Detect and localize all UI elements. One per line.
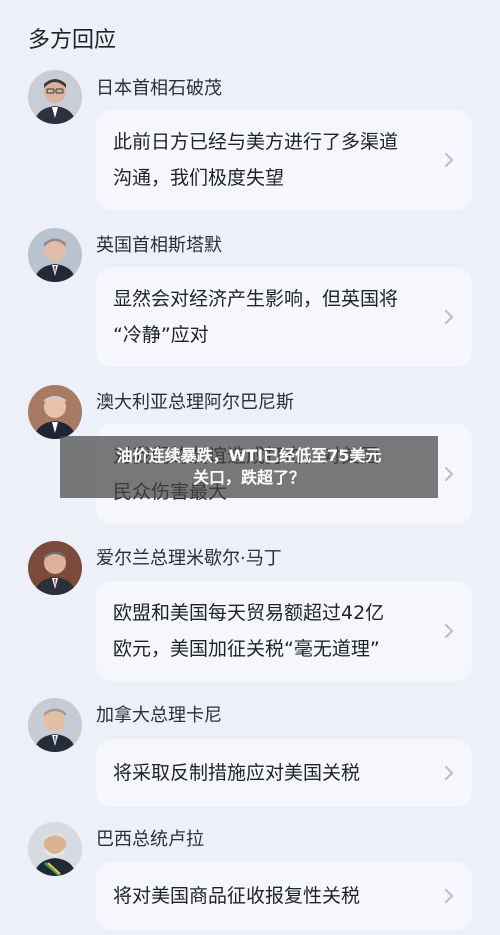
leader-response-card[interactable]: 将采取反制措施应对美国关税: [96, 739, 472, 807]
avatar-ireland-pm: [28, 541, 82, 595]
avatar-brazil-president: [28, 822, 82, 876]
leader-response-card[interactable]: 欧盟和美国每天贸易额超过42亿 欧元，美国加征关税“毫无道理”: [96, 581, 472, 681]
leader-name: 加拿大总理卡尼: [96, 705, 222, 726]
section-title: 多方回应: [28, 28, 117, 53]
avatar-canada-pm: [28, 698, 82, 752]
leader-response-text: 将采取反制措施应对美国关税: [113, 762, 361, 784]
leader-name: 巴西总统卢拉: [96, 829, 204, 850]
leader-name: 爱尔兰总理米歇尔·马丁: [96, 548, 282, 569]
person-portrait-icon: [28, 822, 82, 876]
leader-response-card[interactable]: 将对美国商品征收报复性关税: [96, 862, 472, 930]
headline-overlay[interactable]: 油价连续暴跌，WTI已经低至75美元 关口，跌超了？: [60, 436, 438, 498]
avatar-uk-pm: [28, 228, 82, 282]
chevron-right-icon: [443, 763, 455, 783]
person-portrait-icon: [28, 228, 82, 282]
chevron-right-icon: [443, 886, 455, 906]
leader-response-text: 此前日方已经与美方进行了多渠道 沟通，我们极度失望: [113, 131, 399, 189]
leader-name: 澳大利亚总理阿尔巴尼斯: [96, 392, 294, 413]
person-portrait-icon: [28, 70, 82, 124]
chevron-right-icon: [443, 307, 455, 327]
leader-response-card[interactable]: 此前日方已经与美方进行了多渠道 沟通，我们极度失望: [96, 110, 472, 210]
chevron-right-icon: [443, 464, 455, 484]
leader-response-text: 将对美国商品征收报复性关税: [113, 885, 361, 907]
chevron-right-icon: [443, 150, 455, 170]
leader-response-text: 显然会对经济产生影响，但英国将 “冷静”应对: [113, 288, 399, 346]
person-portrait-icon: [28, 385, 82, 439]
chevron-right-icon: [443, 621, 455, 641]
leader-name: 英国首相斯塔默: [96, 235, 222, 256]
person-portrait-icon: [28, 541, 82, 595]
person-portrait-icon: [28, 698, 82, 752]
headline-overlay-text: 油价连续暴跌，WTI已经低至75美元 关口，跌超了？: [116, 446, 382, 487]
leader-response-text: 欧盟和美国每天贸易额超过42亿 欧元，美国加征关税“毫无道理”: [113, 602, 385, 660]
leader-response-card[interactable]: 显然会对经济产生影响，但英国将 “冷静”应对: [96, 267, 472, 367]
leader-name: 日本首相石破茂: [96, 78, 222, 99]
avatar-australia-pm: [28, 385, 82, 439]
avatar-japan-pm: [28, 70, 82, 124]
